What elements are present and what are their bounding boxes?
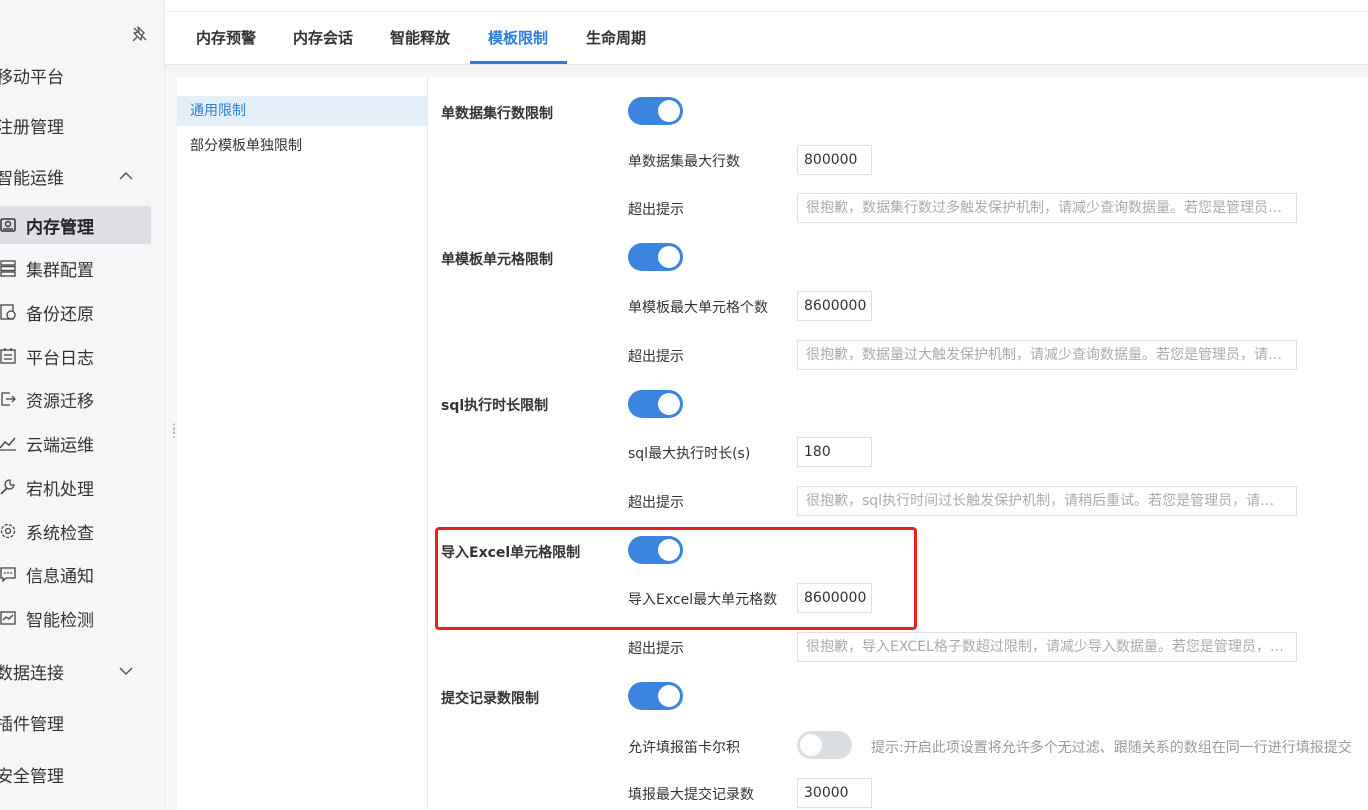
nav-smart-detection[interactable]: 智能检测 (0, 599, 151, 637)
nav-label: 智能运维 (0, 168, 64, 189)
field-label: 单数据集最大行数 (628, 154, 740, 170)
cloud-ops-icon (0, 437, 16, 451)
sub-nav-panel (177, 77, 428, 810)
toggle-knob (800, 734, 822, 756)
section-label: sql执行时长限制 (441, 398, 549, 414)
nav-resource-migration[interactable]: 资源迁移 (0, 380, 151, 418)
field-label: 单模板最大单元格个数 (628, 300, 768, 316)
field-label: 超出提示 (628, 641, 684, 657)
nav-label: 备份还原 (26, 304, 94, 325)
gear-icon (0, 523, 16, 539)
tab-bar: 内存预警 内存会话 智能释放 模板限制 生命周期 (165, 12, 1368, 65)
toggle-knob (658, 246, 680, 268)
nav-downtime-handling[interactable]: 宕机处理 (0, 468, 151, 506)
nav-notifications[interactable]: 信息通知 (0, 555, 151, 593)
panel-gutter-top (177, 65, 1368, 77)
dataset-rows-toggle[interactable] (628, 97, 683, 125)
nav-label: 云端运维 (26, 435, 94, 456)
cartesian-hint: 提示:开启此项设置将允许多个无过滤、跟随关系的数组在同一行进行填报提交 (871, 740, 1352, 756)
nav-plugin-management[interactable]: 插件管理 (0, 703, 156, 741)
submit-max-records-input[interactable] (797, 778, 872, 808)
template-tip-input[interactable]: 很抱歉，数据量过大触发保护机制，请减少查询数据量。若您是管理员，请联系技术支持。 (797, 340, 1297, 370)
sql-time-toggle[interactable] (628, 390, 683, 418)
field-label: 超出提示 (628, 202, 684, 218)
template-cells-toggle[interactable] (628, 243, 683, 271)
nav-smart-ops[interactable]: 智能运维 (0, 157, 156, 195)
nav-label: 宕机处理 (26, 479, 94, 500)
active-tab-indicator (470, 61, 567, 64)
nav-label: 移动平台 (0, 67, 64, 88)
log-icon (0, 348, 16, 364)
nav-label: 平台日志 (26, 348, 94, 369)
template-max-cells-input[interactable] (797, 291, 872, 321)
nav-label: 集群配置 (26, 260, 94, 281)
chevron-down-icon (119, 667, 133, 676)
memory-icon (0, 218, 16, 232)
top-strip (165, 0, 1368, 12)
dataset-tip-input[interactable]: 很抱歉，数据集行数过多触发保护机制，请减少查询数据量。若您是管理员，请联系技术支… (797, 193, 1297, 223)
nav-label: 内存管理 (26, 217, 94, 238)
toggle-knob (658, 685, 680, 707)
sql-max-time-input[interactable] (797, 437, 872, 467)
tab-lifecycle[interactable]: 生命周期 (586, 12, 646, 64)
field-label: sql最大执行时长(s) (628, 446, 751, 462)
toggle-knob (658, 393, 680, 415)
server-icon (0, 260, 16, 277)
nav-cluster-config[interactable]: 集群配置 (0, 249, 151, 287)
tab-memory-session[interactable]: 内存会话 (293, 12, 353, 64)
field-label: 填报最大提交记录数 (628, 787, 754, 803)
tab-memory-warning[interactable]: 内存预警 (196, 12, 256, 64)
detect-icon (0, 611, 16, 625)
nav-memory-management[interactable]: 内存管理 (0, 206, 151, 244)
nav-security-management[interactable]: 安全管理 (0, 755, 156, 793)
wrench-icon (0, 479, 15, 495)
nav-cloud-ops[interactable]: 云端运维 (0, 424, 151, 462)
field-label: 超出提示 (628, 495, 684, 511)
subnav-template-specific-limit[interactable]: 部分模板单独限制 (177, 131, 427, 161)
dataset-max-rows-input[interactable] (797, 145, 872, 175)
toggle-knob (658, 100, 680, 122)
nav-registration[interactable]: 注册管理 (0, 106, 156, 144)
nav-label: 信息通知 (26, 566, 94, 587)
nav-label: 系统检查 (26, 523, 94, 544)
nav-data-connection[interactable]: 数据连接 (0, 652, 156, 690)
field-label: 允许填报笛卡尔积 (628, 740, 740, 756)
section-label: 单模板单元格限制 (441, 252, 553, 268)
field-label: 超出提示 (628, 349, 684, 365)
highlight-box (435, 527, 917, 630)
pin-icon[interactable] (130, 24, 150, 44)
tab-smart-release[interactable]: 智能释放 (390, 12, 450, 64)
submit-records-toggle[interactable] (628, 682, 683, 710)
cartesian-product-toggle[interactable] (797, 731, 852, 759)
sql-tip-input[interactable]: 很抱歉，sql执行时间过长触发保护机制，请稍后重试。若您是管理员，请联系技术支持… (797, 486, 1297, 516)
section-label: 单数据集行数限制 (441, 106, 553, 122)
nav-label: 数据连接 (0, 663, 64, 684)
nav-label: 注册管理 (0, 117, 64, 138)
nav-label: 安全管理 (0, 766, 64, 787)
resize-handle[interactable]: ⋮ ⋮ (168, 422, 180, 442)
nav-backup-restore[interactable]: 备份还原 (0, 293, 151, 331)
nav-platform-log[interactable]: 平台日志 (0, 337, 151, 375)
nav-label: 智能检测 (26, 610, 94, 631)
nav-mobile-platform[interactable]: 移动平台 (0, 56, 156, 94)
tab-template-limit[interactable]: 模板限制 (488, 12, 548, 64)
chevron-up-icon (119, 171, 133, 180)
migrate-icon (1, 392, 16, 406)
subnav-general-limit[interactable]: 通用限制 (177, 96, 427, 126)
nav-system-check[interactable]: 系统检查 (0, 512, 151, 550)
excel-tip-input[interactable]: 很抱歉，导入EXCEL格子数超过限制，请减少导入数据量。若您是管理员，请联系技术… (797, 632, 1297, 662)
section-label: 提交记录数限制 (441, 691, 539, 707)
nav-label: 资源迁移 (26, 391, 94, 412)
backup-icon (0, 304, 16, 320)
nav-label: 插件管理 (0, 714, 64, 735)
message-icon (0, 567, 16, 583)
